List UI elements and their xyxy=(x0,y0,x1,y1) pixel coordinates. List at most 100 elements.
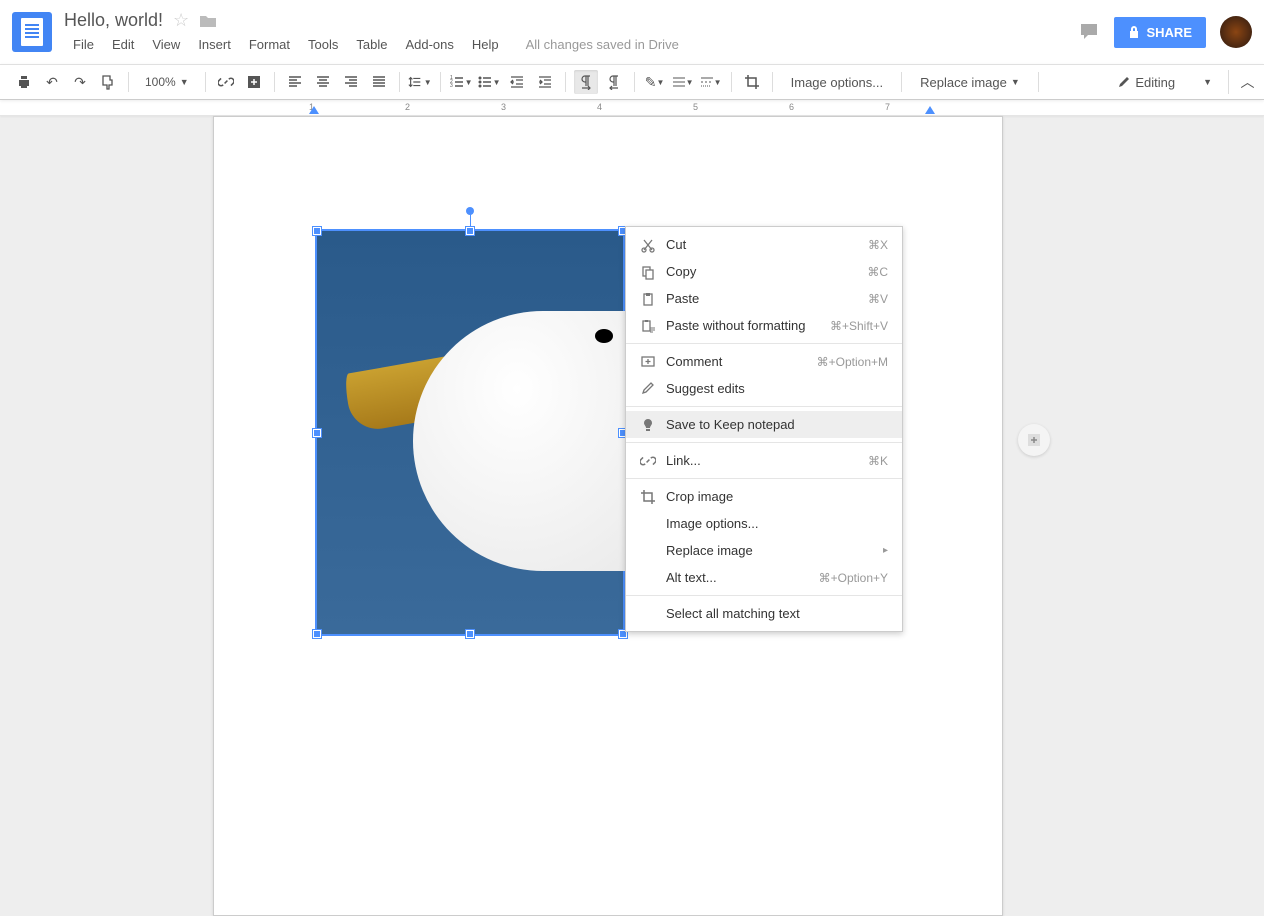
ruler-number: 6 xyxy=(789,102,794,112)
context-menu-separator xyxy=(626,406,902,407)
decrease-indent-icon[interactable] xyxy=(505,70,529,94)
toolbar: ↶ ↷ 100% ▼ ▼ 123 ▼ ▼ ✎ ▼ ▼ ▼ Image optio… xyxy=(0,64,1264,100)
cut-icon xyxy=(640,237,666,253)
image-options-button[interactable]: Image options... xyxy=(781,75,894,90)
ruler-number: 7 xyxy=(885,102,890,112)
align-left-icon[interactable] xyxy=(283,70,307,94)
star-icon[interactable]: ☆ xyxy=(173,10,189,31)
menu-file[interactable]: File xyxy=(64,35,103,54)
rtl-icon[interactable] xyxy=(602,70,626,94)
align-center-icon[interactable] xyxy=(311,70,335,94)
right-indent-marker[interactable] xyxy=(925,106,935,114)
comment-icon xyxy=(640,354,666,370)
context-menu-label: Select all matching text xyxy=(666,606,888,621)
context-menu-cut[interactable]: Cut⌘X xyxy=(626,231,902,258)
menu-tools[interactable]: Tools xyxy=(299,35,347,54)
ruler-number: 4 xyxy=(597,102,602,112)
menu-table[interactable]: Table xyxy=(347,35,396,54)
context-menu-label: Alt text... xyxy=(666,570,819,585)
context-menu-shortcut: ⌘K xyxy=(868,454,888,468)
share-button[interactable]: SHARE xyxy=(1114,17,1206,48)
increase-indent-icon[interactable] xyxy=(533,70,557,94)
crop-icon xyxy=(640,489,666,505)
rotate-handle[interactable] xyxy=(466,207,474,215)
context-menu-paste[interactable]: Paste⌘V xyxy=(626,285,902,312)
context-menu-copy[interactable]: Copy⌘C xyxy=(626,258,902,285)
context-menu-label: Copy xyxy=(666,264,867,279)
copy-icon xyxy=(640,264,666,280)
context-menu-save-to-keep-notepad[interactable]: Save to Keep notepad xyxy=(626,411,902,438)
share-label: SHARE xyxy=(1146,25,1192,40)
border-dash-icon[interactable]: ▼ xyxy=(699,70,723,94)
resize-handle-bl[interactable] xyxy=(313,630,321,638)
context-menu-separator xyxy=(626,343,902,344)
ruler-number: 3 xyxy=(501,102,506,112)
app-header: Hello, world! ☆ FileEditViewInsertFormat… xyxy=(0,0,1264,64)
context-menu-label: Paste xyxy=(666,291,868,306)
menu-format[interactable]: Format xyxy=(240,35,299,54)
resize-handle-tc[interactable] xyxy=(466,227,474,235)
comments-icon[interactable] xyxy=(1078,21,1100,43)
left-indent-marker[interactable] xyxy=(309,106,319,114)
context-menu-suggest-edits[interactable]: Suggest edits xyxy=(626,375,902,402)
docs-logo[interactable] xyxy=(12,12,52,52)
context-menu-image-options[interactable]: Image options... xyxy=(626,510,902,537)
context-menu-crop-image[interactable]: Crop image xyxy=(626,483,902,510)
resize-handle-bc[interactable] xyxy=(466,630,474,638)
context-menu-label: Image options... xyxy=(666,516,888,531)
horizontal-ruler[interactable]: 1234567 xyxy=(0,100,1264,116)
user-avatar[interactable] xyxy=(1220,16,1252,48)
menu-add-ons[interactable]: Add-ons xyxy=(396,35,462,54)
document-title[interactable]: Hello, world! xyxy=(64,10,163,31)
resize-handle-tl[interactable] xyxy=(313,227,321,235)
context-menu-replace-image[interactable]: Replace image▸ xyxy=(626,537,902,564)
collapse-toolbar-icon[interactable]: ︿ xyxy=(1228,70,1252,94)
add-comment-bubble[interactable] xyxy=(1018,424,1050,456)
context-menu-label: Comment xyxy=(666,354,817,369)
line-spacing-icon[interactable]: ▼ xyxy=(408,70,432,94)
editing-mode-button[interactable]: Editing ▼ xyxy=(1107,75,1222,90)
insert-link-icon[interactable] xyxy=(214,70,238,94)
undo-icon[interactable]: ↶ xyxy=(40,70,64,94)
context-menu-comment[interactable]: Comment⌘+Option+M xyxy=(626,348,902,375)
print-icon[interactable] xyxy=(12,70,36,94)
keep-icon xyxy=(640,417,666,433)
ruler-number: 5 xyxy=(693,102,698,112)
context-menu-separator xyxy=(626,442,902,443)
context-menu-shortcut: ⌘+Option+M xyxy=(817,355,888,369)
context-menu-label: Paste without formatting xyxy=(666,318,830,333)
replace-image-button[interactable]: Replace image ▼ xyxy=(910,75,1030,90)
menu-view[interactable]: View xyxy=(143,35,189,54)
pencil-icon xyxy=(1117,75,1131,89)
numbered-list-icon[interactable]: 123 ▼ xyxy=(449,70,473,94)
context-menu-label: Replace image xyxy=(666,543,883,558)
menu-bar: FileEditViewInsertFormatToolsTableAdd-on… xyxy=(64,35,1078,54)
menu-insert[interactable]: Insert xyxy=(189,35,240,54)
context-menu-shortcut: ⌘+Shift+V xyxy=(830,319,888,333)
context-menu-label: Crop image xyxy=(666,489,888,504)
folder-icon[interactable] xyxy=(199,14,217,28)
context-menu-alt-text[interactable]: Alt text...⌘+Option+Y xyxy=(626,564,902,591)
align-right-icon[interactable] xyxy=(339,70,363,94)
context-menu-link[interactable]: Link...⌘K xyxy=(626,447,902,474)
save-status: All changes saved in Drive xyxy=(526,37,679,52)
border-color-icon[interactable]: ✎ ▼ xyxy=(643,70,667,94)
bulleted-list-icon[interactable]: ▼ xyxy=(477,70,501,94)
suggest-icon xyxy=(640,381,666,397)
paint-format-icon[interactable] xyxy=(96,70,120,94)
context-menu-paste-without-formatting[interactable]: Paste without formatting⌘+Shift+V xyxy=(626,312,902,339)
redo-icon[interactable]: ↷ xyxy=(68,70,92,94)
selected-image[interactable] xyxy=(315,229,625,636)
menu-help[interactable]: Help xyxy=(463,35,508,54)
border-weight-icon[interactable]: ▼ xyxy=(671,70,695,94)
lock-icon xyxy=(1128,25,1140,39)
resize-handle-ml[interactable] xyxy=(313,429,321,437)
crop-icon[interactable] xyxy=(740,70,764,94)
align-justify-icon[interactable] xyxy=(367,70,391,94)
menu-edit[interactable]: Edit xyxy=(103,35,143,54)
insert-comment-icon[interactable] xyxy=(242,70,266,94)
ltr-icon[interactable] xyxy=(574,70,598,94)
context-menu-shortcut: ⌘C xyxy=(867,265,888,279)
zoom-dropdown[interactable]: 100% ▼ xyxy=(137,75,197,89)
context-menu-select-all-matching-text[interactable]: Select all matching text xyxy=(626,600,902,627)
